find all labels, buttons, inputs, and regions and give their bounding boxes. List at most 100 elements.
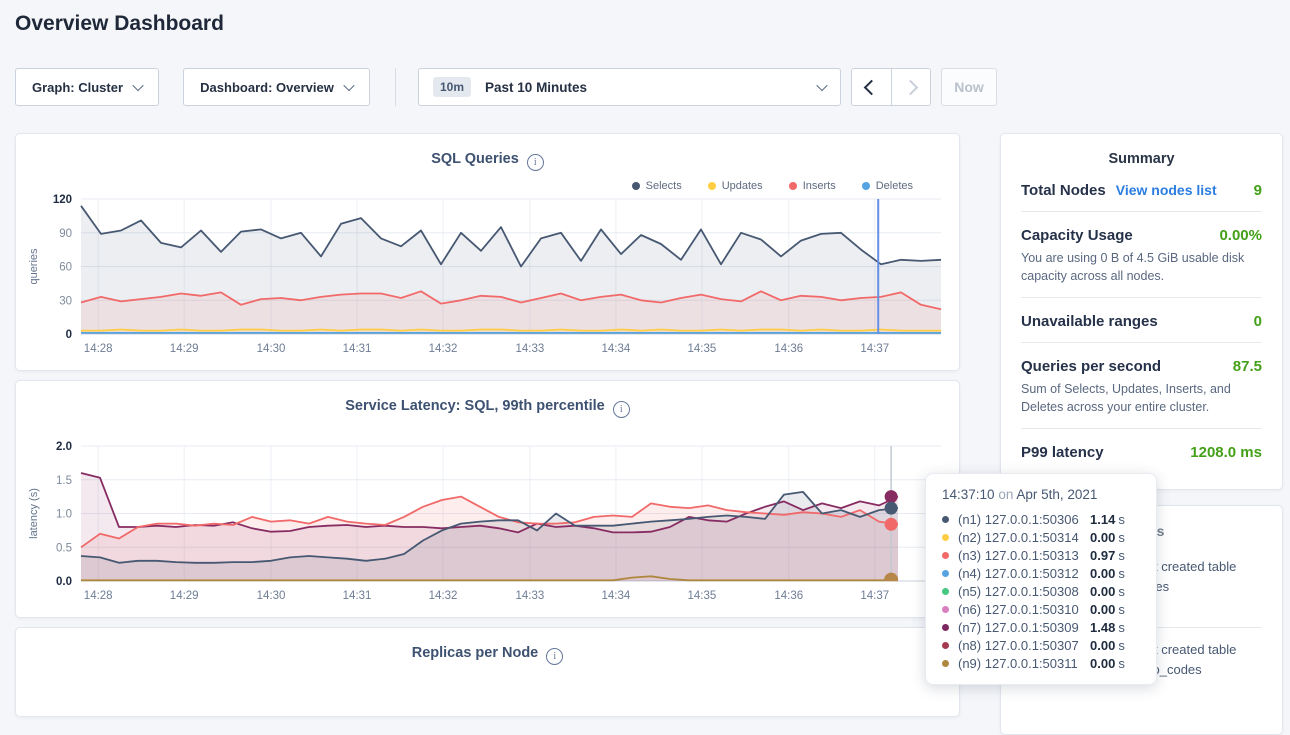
summary-stat-value: 0 — [1254, 313, 1262, 330]
hover-data-dot — [884, 573, 898, 587]
hover-data-dot — [885, 490, 898, 503]
tooltip-node-value: 0.00 — [1090, 656, 1115, 671]
page-title: Overview Dashboard — [15, 12, 224, 36]
tooltip-node-unit: s — [1118, 512, 1125, 527]
y-tick-label: 120 — [53, 194, 72, 206]
tooltip-on: on — [998, 487, 1013, 502]
summary-stat-description: You are using 0 B of 4.5 GiB usable disk… — [1021, 249, 1262, 285]
tooltip-node-unit: s — [1118, 548, 1125, 563]
info-icon[interactable]: i — [613, 401, 630, 418]
x-tick-label: 14:32 — [429, 343, 458, 355]
tooltip-node-row: (n8) 127.0.0.1:503070.00s — [942, 636, 1140, 654]
node-color-dot-icon — [942, 534, 949, 541]
tooltip-node-row: (n3) 127.0.0.1:503130.97s — [942, 546, 1140, 564]
x-tick-label: 14:34 — [602, 343, 631, 355]
tooltip-node-unit: s — [1118, 656, 1125, 671]
x-tick-label: 14:28 — [84, 590, 113, 602]
time-range-label: Past 10 Minutes — [485, 80, 807, 95]
time-step-buttons — [851, 68, 931, 106]
tooltip-node-unit: s — [1118, 566, 1125, 581]
hover-data-dot — [885, 502, 898, 515]
x-tick-label: 14:31 — [343, 590, 372, 602]
tooltip-node-value: 0.00 — [1090, 638, 1115, 653]
chevron-left-icon — [863, 79, 879, 95]
x-tick-label: 14:37 — [860, 343, 889, 355]
summary-stat: Total Nodes View nodes list 9 — [1021, 167, 1262, 212]
y-tick-label: 30 — [59, 295, 72, 307]
x-tick-label: 14:37 — [860, 590, 889, 602]
tooltip-node-address: (n1) 127.0.0.1:50306 — [958, 512, 1090, 527]
replicas-card: Replicas per Nodei — [15, 627, 960, 717]
hover-data-dot — [885, 518, 898, 531]
node-color-dot-icon — [942, 588, 949, 595]
x-tick-label: 14:29 — [170, 590, 199, 602]
summary-stat-value: 0.00% — [1219, 227, 1262, 244]
chevron-down-icon — [132, 80, 143, 91]
x-tick-label: 14:36 — [774, 590, 803, 602]
x-tick-label: 14:34 — [602, 590, 631, 602]
info-icon[interactable]: i — [546, 648, 563, 665]
tooltip-node-unit: s — [1118, 530, 1125, 545]
tooltip-node-address: (n3) 127.0.0.1:50313 — [958, 548, 1090, 563]
summary-stat-label: Total Nodes — [1021, 182, 1106, 199]
graph-dropdown-label: Graph: Cluster — [32, 80, 123, 95]
y-tick-label: 60 — [59, 262, 72, 274]
tooltip-node-row: (n2) 127.0.0.1:503140.00s — [942, 528, 1140, 546]
summary-title: Summary — [1001, 151, 1282, 167]
chart-hover-tooltip: 14:37:10 on Apr 5th, 2021 (n1) 127.0.0.1… — [925, 473, 1157, 685]
tooltip-node-unit: s — [1118, 620, 1125, 635]
tooltip-node-row: (n6) 127.0.0.1:503100.00s — [942, 600, 1140, 618]
now-button[interactable]: Now — [941, 68, 997, 106]
chevron-down-icon — [343, 80, 354, 91]
x-tick-label: 14:29 — [170, 343, 199, 355]
x-tick-label: 14:32 — [429, 590, 458, 602]
tooltip-node-value: 0.00 — [1090, 602, 1115, 617]
time-next-button[interactable] — [891, 69, 931, 105]
tooltip-node-row: (n9) 127.0.0.1:503110.00s — [942, 654, 1140, 672]
sql-queries-title-text: SQL Queries — [431, 151, 519, 167]
dashboard-dropdown[interactable]: Dashboard: Overview — [183, 68, 370, 106]
latency-chart[interactable]: 14:2814:2914:3014:3114:3214:3314:3414:35… — [17, 431, 960, 606]
tooltip-node-address: (n4) 127.0.0.1:50312 — [958, 566, 1090, 581]
sql-queries-title: SQL Queries i — [16, 151, 959, 171]
x-tick-label: 14:35 — [688, 590, 717, 602]
tooltip-node-value: 0.00 — [1090, 584, 1115, 599]
tooltip-node-value: 0.00 — [1090, 566, 1115, 581]
summary-stat-value: 9 — [1254, 182, 1262, 199]
latency-title-text: Service Latency: SQL, 99th percentile — [345, 398, 605, 414]
tooltip-time: 14:37:10 — [942, 487, 995, 502]
y-axis-label: latency (s) — [28, 488, 40, 539]
dashboard-dropdown-label: Dashboard: Overview — [200, 80, 334, 95]
tooltip-node-row: (n4) 127.0.0.1:503120.00s — [942, 564, 1140, 582]
latency-card: Service Latency: SQL, 99th percentile i 1… — [15, 380, 960, 618]
sql-queries-chart[interactable]: 14:2814:2914:3014:3114:3214:3314:3414:35… — [17, 189, 960, 364]
summary-stat-row: Capacity Usage0.00% — [1021, 227, 1262, 244]
summary-stat-row: Total Nodes View nodes list 9 — [1021, 182, 1262, 199]
summary-stat-row: P99 latency1208.0 ms — [1021, 444, 1262, 461]
summary-stat: Unavailable ranges0 — [1021, 298, 1262, 343]
node-color-dot-icon — [942, 660, 949, 667]
replicas-title: Replicas per Nodei — [16, 645, 959, 665]
x-tick-label: 14:31 — [343, 343, 372, 355]
x-tick-label: 14:36 — [774, 343, 803, 355]
tooltip-node-row: (n1) 127.0.0.1:503061.14s — [942, 510, 1140, 528]
chevron-down-icon — [816, 80, 827, 91]
view-nodes-list-link[interactable]: View nodes list — [1116, 182, 1217, 198]
sql-queries-card: SQL Queriesi SelectsUpdatesInsertsDelete… — [15, 133, 960, 371]
node-color-dot-icon — [942, 624, 949, 631]
tooltip-node-address: (n5) 127.0.0.1:50308 — [958, 584, 1090, 599]
controls-divider — [395, 68, 396, 106]
tooltip-node-value: 1.14 — [1090, 512, 1115, 527]
time-prev-button[interactable] — [852, 69, 891, 105]
x-tick-label: 14:35 — [688, 343, 717, 355]
tooltip-date: Apr 5th, 2021 — [1016, 487, 1097, 502]
y-tick-label: 2.0 — [56, 441, 72, 453]
tooltip-node-value: 0.00 — [1090, 530, 1115, 545]
tooltip-node-address: (n8) 127.0.0.1:50307 — [958, 638, 1090, 653]
tooltip-node-value: 1.48 — [1090, 620, 1115, 635]
time-range-dropdown[interactable]: 10m Past 10 Minutes — [418, 68, 841, 106]
summary-panel: Summary Total Nodes View nodes list 9 Capac… — [1000, 133, 1283, 490]
info-icon[interactable]: i — [527, 154, 544, 171]
graph-dropdown[interactable]: Graph: Cluster — [15, 68, 159, 106]
y-tick-label: 1.5 — [56, 475, 72, 487]
